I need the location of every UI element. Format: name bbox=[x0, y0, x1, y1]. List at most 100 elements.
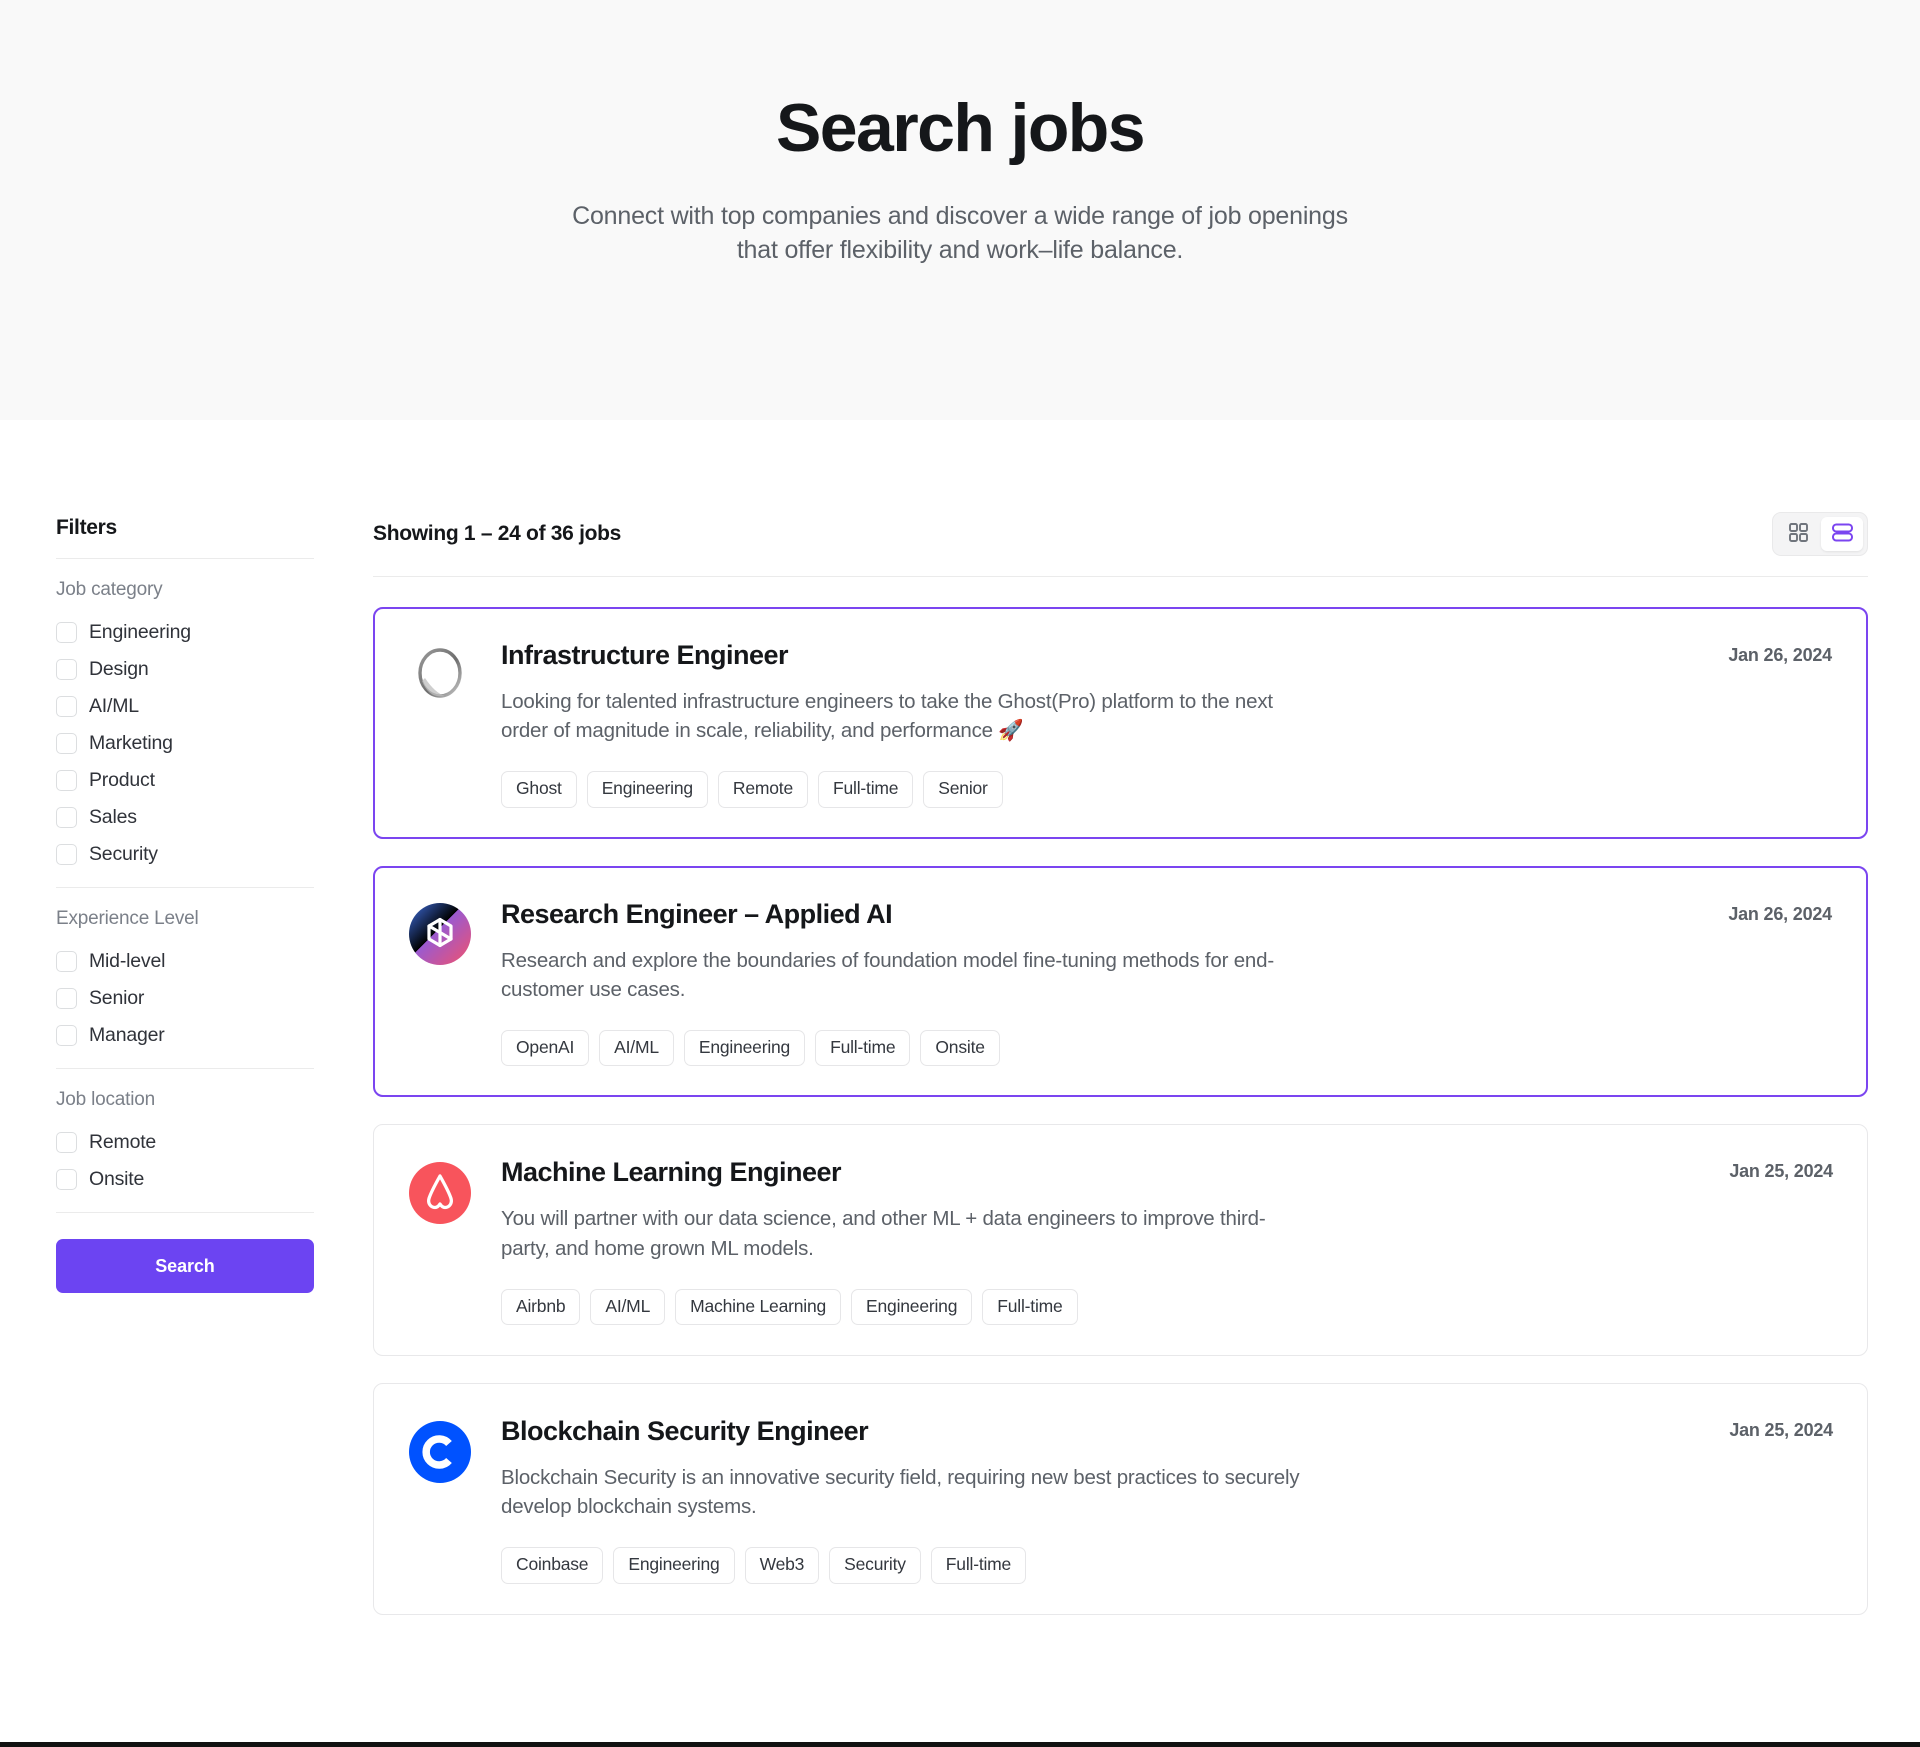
coinbase-logo bbox=[408, 1420, 471, 1483]
job-tag[interactable]: Full-time bbox=[982, 1288, 1078, 1326]
job-description: Looking for talented infrastructure engi… bbox=[501, 690, 1273, 743]
list-icon bbox=[1831, 523, 1853, 545]
job-tag[interactable]: Machine Learning bbox=[675, 1288, 842, 1326]
filter-group-label: Job location bbox=[56, 1089, 156, 1110]
grid-view-button[interactable] bbox=[1777, 517, 1819, 551]
filter-option-label: AI/ML bbox=[89, 695, 139, 717]
openai-logo bbox=[408, 903, 471, 966]
job-tag[interactable]: Full-time bbox=[815, 1029, 911, 1067]
checkbox[interactable] bbox=[56, 1025, 77, 1046]
job-tag[interactable]: Onsite bbox=[920, 1029, 1000, 1067]
filter-option-mid-level[interactable]: Mid-level bbox=[56, 943, 314, 980]
checkbox[interactable] bbox=[56, 951, 77, 972]
job-card-body: Machine Learning Engineer You will partne… bbox=[501, 1157, 1833, 1326]
checkbox[interactable] bbox=[56, 733, 77, 754]
divider bbox=[56, 1212, 314, 1213]
filter-option-sales[interactable]: Sales bbox=[56, 799, 314, 836]
job-tag[interactable]: AI/ML bbox=[590, 1288, 666, 1326]
filter-group: Job category Engineering Design AI/ML Market… bbox=[56, 559, 314, 887]
filter-group-label: Experience Level bbox=[56, 908, 199, 929]
bottom-bar bbox=[0, 1742, 1920, 1747]
job-card[interactable]: Blockchain Security Engineer Blockchain S… bbox=[373, 1383, 1868, 1615]
job-tag[interactable]: OpenAI bbox=[501, 1029, 590, 1067]
filter-option-label: Sales bbox=[89, 806, 137, 828]
checkbox[interactable] bbox=[56, 770, 77, 791]
filter-option-label: Marketing bbox=[89, 732, 173, 754]
job-card[interactable]: Infrastructure Engineer Looking for talen… bbox=[373, 607, 1868, 839]
job-date: Jan 25, 2024 bbox=[1729, 1161, 1833, 1182]
job-date: Jan 25, 2024 bbox=[1729, 1420, 1833, 1441]
filter-option-security[interactable]: Security bbox=[56, 836, 314, 873]
search-button[interactable]: Search bbox=[56, 1239, 314, 1293]
job-tag[interactable]: Engineering bbox=[683, 1029, 806, 1067]
job-tag[interactable]: Remote bbox=[717, 771, 808, 808]
job-card[interactable]: Research Engineer – Applied AI Research a… bbox=[373, 865, 1868, 1098]
job-description: Research and explore the boundaries of f… bbox=[501, 948, 1274, 1001]
grid-icon bbox=[1788, 523, 1808, 545]
filter-option-engineering[interactable]: Engineering bbox=[56, 614, 314, 651]
list-view-button[interactable] bbox=[1821, 517, 1863, 551]
filter-option-remote[interactable]: Remote bbox=[56, 1124, 314, 1161]
filter-option-onsite[interactable]: Onsite bbox=[56, 1161, 314, 1198]
filter-group: Experience Level Mid-level Senior Manager bbox=[56, 888, 314, 1068]
main-content: Filters Job category Engineering Design AI/… bbox=[0, 420, 1920, 1642]
job-tag[interactable]: Airbnb bbox=[501, 1288, 581, 1326]
job-tags: Coinbase Engineering Web3 Security Full-time bbox=[501, 1547, 1683, 1584]
job-description: Blockchain Security is an innovative sec… bbox=[501, 1466, 1300, 1519]
filter-option-ai-ml[interactable]: AI/ML bbox=[56, 688, 314, 725]
hero-subtitle: Connect with top companies and discover … bbox=[0, 199, 1920, 267]
job-card[interactable]: Machine Learning Engineer You will partne… bbox=[373, 1124, 1868, 1357]
checkbox[interactable] bbox=[56, 988, 77, 1009]
job-tags: OpenAI AI/ML Engineering Full-time Onsite bbox=[501, 1029, 1683, 1067]
job-title: Machine Learning Engineer bbox=[501, 1157, 842, 1188]
checkbox[interactable] bbox=[56, 1169, 77, 1190]
results-panel: Showing 1 – 24 of 36 jobs Infrastructure… bbox=[373, 512, 1868, 1642]
checkbox[interactable] bbox=[56, 844, 77, 865]
job-description: You will partner with our data science, … bbox=[501, 1207, 1266, 1260]
filter-option-marketing[interactable]: Marketing bbox=[56, 725, 314, 762]
job-tag[interactable]: Engineering bbox=[613, 1547, 735, 1584]
job-tag[interactable]: Engineering bbox=[586, 771, 708, 808]
filter-option-label: Manager bbox=[89, 1024, 165, 1046]
filter-group: Job location Remote Onsite bbox=[56, 1069, 314, 1212]
job-tag[interactable]: Coinbase bbox=[501, 1547, 604, 1584]
job-card-body: Research Engineer – Applied AI Research a… bbox=[501, 899, 1833, 1067]
job-tag[interactable]: Full-time bbox=[930, 1547, 1027, 1584]
checkbox[interactable] bbox=[56, 807, 77, 828]
results-count: Showing 1 – 24 of 36 jobs bbox=[373, 522, 622, 545]
hero-section: Search jobs Connect with top companies a… bbox=[0, 0, 1920, 420]
filter-option-design[interactable]: Design bbox=[56, 651, 314, 688]
job-title: Blockchain Security Engineer bbox=[501, 1416, 869, 1447]
filter-option-product[interactable]: Product bbox=[56, 762, 314, 799]
filter-option-label: Product bbox=[89, 769, 155, 791]
filters-heading: Filters bbox=[56, 516, 117, 539]
job-title: Research Engineer – Applied AI bbox=[501, 898, 893, 929]
filter-option-manager[interactable]: Manager bbox=[56, 1017, 314, 1054]
page-title: Search jobs bbox=[776, 90, 1145, 166]
filter-option-senior[interactable]: Senior bbox=[56, 980, 314, 1017]
job-tag[interactable]: Senior bbox=[923, 771, 1003, 808]
view-mode-toggle[interactable] bbox=[1772, 512, 1868, 556]
job-tag[interactable]: Full-time bbox=[818, 771, 914, 808]
job-tag[interactable]: Engineering bbox=[851, 1288, 973, 1326]
filters-sidebar: Filters Job category Engineering Design AI/… bbox=[56, 516, 314, 1293]
job-tags: Airbnb AI/ML Machine Learning Engineering Fu… bbox=[501, 1288, 1683, 1326]
job-tag[interactable]: Security bbox=[829, 1547, 921, 1584]
checkbox[interactable] bbox=[56, 622, 77, 643]
job-tag[interactable]: Web3 bbox=[744, 1547, 820, 1584]
results-header: Showing 1 – 24 of 36 jobs bbox=[373, 512, 1868, 576]
checkbox[interactable] bbox=[56, 696, 77, 717]
filter-option-label: Mid-level bbox=[89, 950, 166, 972]
filter-option-label: Engineering bbox=[89, 621, 191, 643]
hero-subtitle-line-1: Connect with top companies and discover … bbox=[572, 202, 1348, 231]
job-card-body: Infrastructure Engineer Looking for talen… bbox=[501, 640, 1833, 808]
job-search-page: Search jobs Connect with top companies a… bbox=[0, 0, 1920, 1747]
checkbox[interactable] bbox=[56, 1132, 77, 1153]
job-title: Infrastructure Engineer bbox=[501, 640, 789, 670]
job-tag[interactable]: Ghost bbox=[501, 771, 577, 808]
job-tag[interactable]: AI/ML bbox=[599, 1029, 674, 1067]
hero-subtitle-line-2: that offer flexibility and work–life bal… bbox=[736, 236, 1184, 265]
job-date: Jan 26, 2024 bbox=[1728, 645, 1832, 665]
checkbox[interactable] bbox=[56, 659, 77, 680]
airbnb-logo bbox=[408, 1161, 471, 1224]
